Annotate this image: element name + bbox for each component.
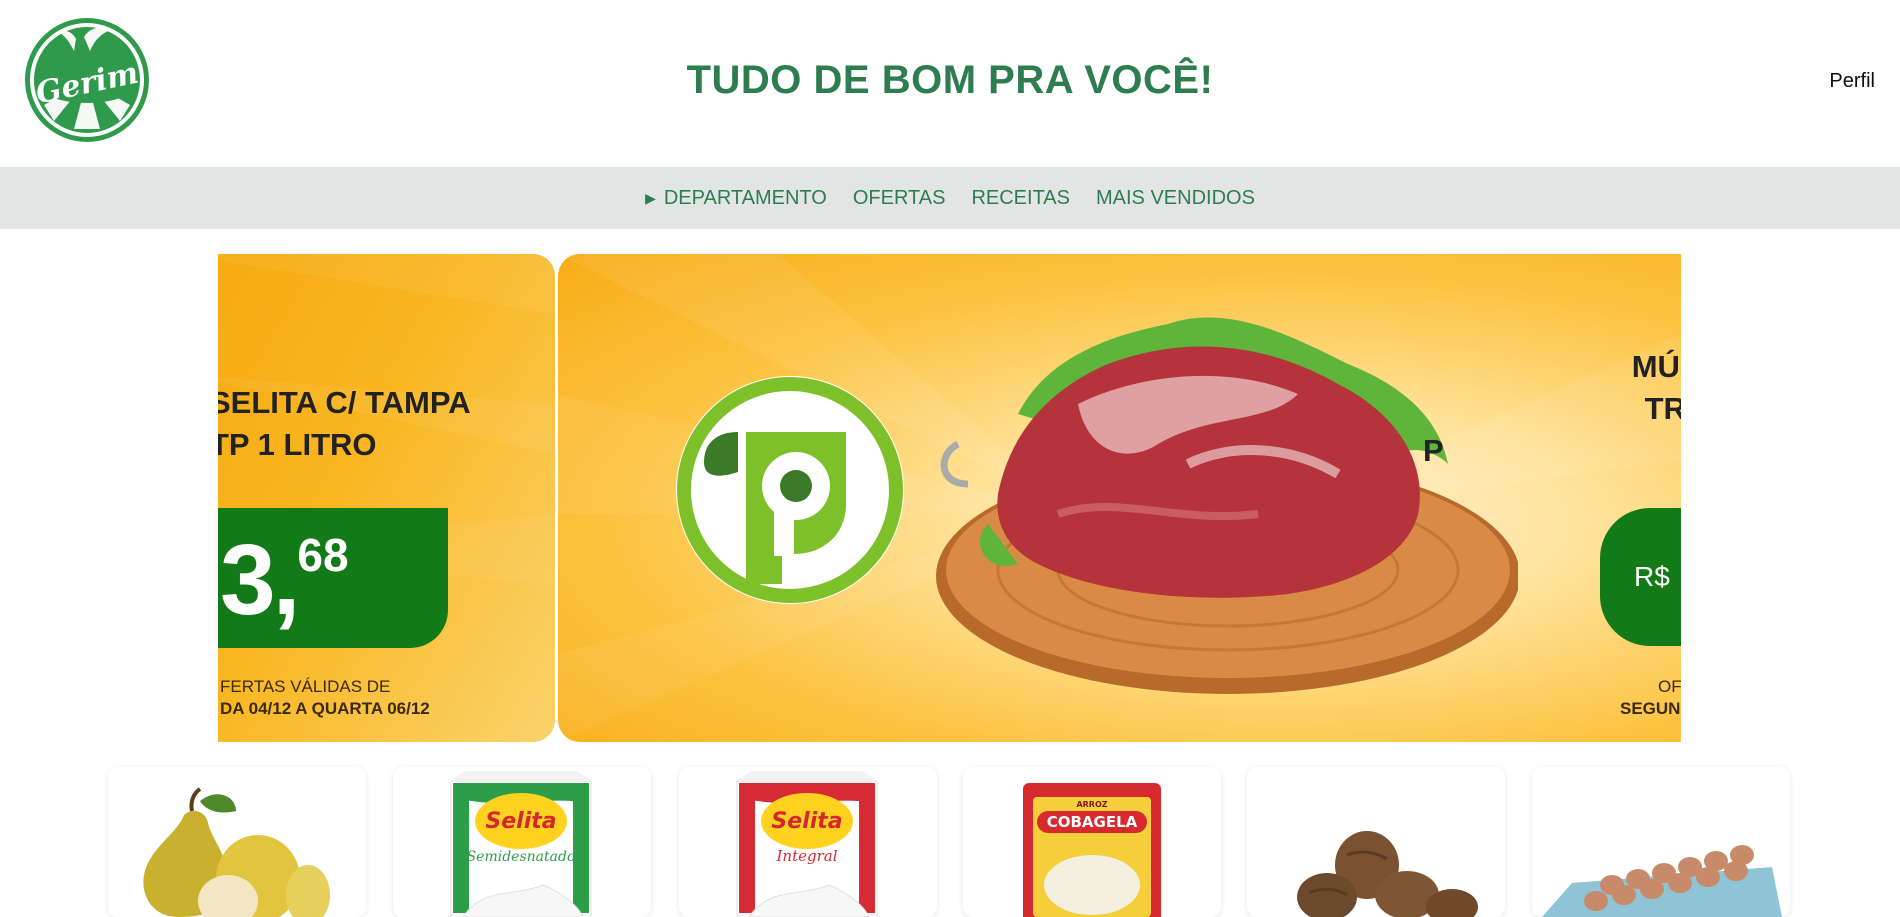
site-header: Gerim TUDO DE BOM PRA VOCÊ! Perfil — [0, 0, 1900, 167]
product-card-taro[interactable] — [1247, 767, 1505, 917]
product-card-selita-semidesnatado[interactable]: Selita Semidesnatado — [393, 767, 651, 917]
profile-link[interactable]: Perfil — [1829, 70, 1875, 93]
product-variant: Semidesnatado — [467, 849, 576, 865]
milk-carton-image: Selita Integral — [736, 771, 878, 917]
product-card-pear[interactable] — [108, 767, 366, 917]
promo-title: SELITA C/ TAMPA TP 1 LITRO — [218, 382, 471, 466]
price-tag: 3, 68 — [218, 508, 448, 648]
price-main: 3, — [220, 524, 300, 636]
nav-item-departamento[interactable]: ▶ DEPARTAMENTO — [645, 187, 827, 210]
offer-validity: FERTAS VÁLIDAS DE DA 04/12 A QUARTA 06/1… — [220, 676, 430, 720]
validity-dates: SEGUND — [1620, 699, 1681, 718]
promo-title-line: P — [1423, 433, 1444, 468]
product-card-arroz-cobagela[interactable]: ARROZ COBAGELA — [963, 767, 1221, 917]
price-currency: R$ — [1634, 561, 1670, 592]
nav-item-label: DEPARTAMENTO — [663, 186, 827, 209]
taro-image — [1297, 831, 1478, 917]
store-badge-icon — [676, 376, 904, 604]
triangle-right-icon: ▶ — [645, 189, 656, 206]
nav-item-label: RECEITAS — [971, 186, 1070, 209]
validity-line: FERTAS VÁLIDAS DE — [220, 677, 391, 696]
meat-cutting-board-image — [936, 317, 1518, 694]
product-card-eggs[interactable] — [1532, 767, 1790, 917]
promo-title-line: MÚSC — [1631, 349, 1681, 384]
product-brand: Selita — [771, 809, 842, 834]
validity-line: OF — [1658, 677, 1681, 696]
price-cents: 68 — [297, 529, 349, 581]
nav-item-label: OFERTAS — [852, 186, 946, 209]
page-tagline: TUDO DE BOM PRA VOCÊ! — [686, 58, 1214, 102]
product-list: Selita Semidesnatado Selita Integral ARR… — [108, 767, 1792, 917]
promo-carousel[interactable]: SELITA C/ TAMPA TP 1 LITRO 3, 68 FERTAS … — [218, 254, 1681, 742]
product-brand: COBAGELA — [1047, 813, 1138, 831]
background-rays — [218, 254, 555, 584]
promo-slide-selita[interactable]: SELITA C/ TAMPA TP 1 LITRO 3, 68 FERTAS … — [218, 254, 555, 742]
promo-title-line: SELITA C/ TAMPA — [218, 385, 471, 420]
nav-item-receitas[interactable]: RECEITAS — [971, 187, 1070, 210]
price-main: 1 — [1678, 520, 1681, 635]
nav-item-ofertas[interactable]: OFERTAS — [853, 187, 946, 210]
promo-slide-musculo[interactable]: MÚSC TRAS P R$ 1 OF SEGUND — [558, 254, 1681, 742]
offer-validity: OF SEGUND — [1620, 676, 1681, 720]
pear-image — [143, 787, 330, 917]
promo-title: MÚSC TRAS P — [1423, 346, 1681, 472]
product-label: ARROZ — [1076, 800, 1107, 809]
nav-item-mais-vendidos[interactable]: MAIS VENDIDOS — [1096, 187, 1255, 210]
eggs-tray-image — [1542, 845, 1782, 917]
rice-package-image: ARROZ COBAGELA — [1023, 783, 1161, 917]
main-nav: ▶ DEPARTAMENTO OFERTAS RECEITAS MAIS VEN… — [0, 167, 1900, 229]
nav-item-label: MAIS VENDIDOS — [1096, 186, 1255, 209]
product-variant: Integral — [775, 847, 837, 865]
product-brand: Selita — [485, 809, 556, 834]
product-card-selita-integral[interactable]: Selita Integral — [679, 767, 937, 917]
milk-carton-image: Selita Semidesnatado — [450, 771, 592, 917]
validity-dates: DA 04/12 A QUARTA 06/12 — [220, 699, 430, 718]
promo-title-line: TP 1 LITRO — [218, 427, 377, 462]
promo-title-line: TRAS — [1644, 391, 1681, 426]
price-tag: R$ 1 — [1600, 508, 1681, 646]
